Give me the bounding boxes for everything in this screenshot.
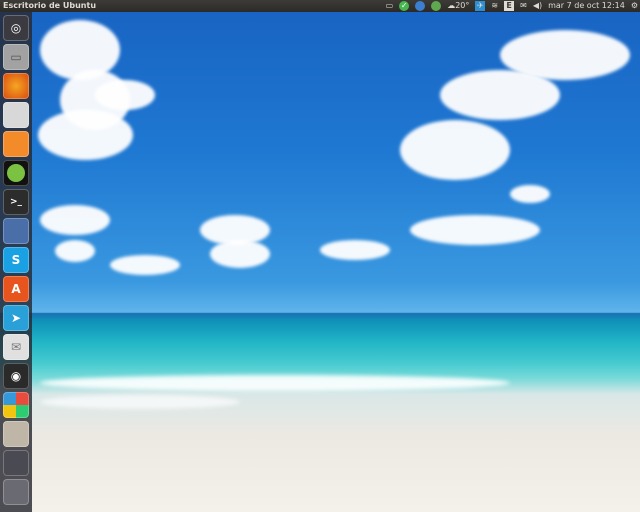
display-icon[interactable]: ▭ bbox=[386, 1, 394, 11]
steam-icon[interactable]: ◉ bbox=[3, 363, 29, 389]
keyboard-icon[interactable]: E bbox=[504, 1, 515, 11]
terminal-glyph: >_ bbox=[9, 197, 23, 207]
wifi-icon[interactable]: ≋ bbox=[491, 1, 498, 11]
terminal-icon[interactable]: >_ bbox=[3, 189, 29, 215]
weather-cloud-icon: ☁ bbox=[447, 1, 456, 10]
launcher: ◎ ▭ >_ S A ➤ ✉ ◉ bbox=[0, 12, 32, 512]
trash-icon[interactable] bbox=[3, 479, 29, 505]
firefox-icon[interactable] bbox=[3, 73, 29, 99]
spotify-icon[interactable] bbox=[3, 160, 29, 186]
gear-icon[interactable]: ⚙ bbox=[631, 1, 638, 11]
globe-icon[interactable] bbox=[415, 1, 426, 11]
volume-icon[interactable]: ◀) bbox=[533, 1, 542, 11]
desktop-wallpaper bbox=[0, 0, 640, 512]
dash-home-icon[interactable]: ◎ bbox=[3, 15, 29, 41]
mail-icon[interactable]: ✉ bbox=[520, 1, 527, 11]
skype-icon[interactable]: S bbox=[3, 247, 29, 273]
desktop-title: Escritorio de Ubuntu bbox=[3, 1, 97, 10]
software-center-icon[interactable]: A bbox=[3, 276, 29, 302]
files-icon[interactable]: ▭ bbox=[3, 44, 29, 70]
software-center-glyph: A bbox=[11, 282, 21, 296]
sync-icon[interactable] bbox=[431, 1, 442, 11]
workspace-switcher-icon[interactable] bbox=[3, 450, 29, 476]
top-panel: Escritorio de Ubuntu ▭ ✓ ☁ 20° ✈ ≋ E ✉ ◀… bbox=[0, 0, 640, 12]
indicator-area: ▭ ✓ ☁ 20° ✈ ≋ E ✉ ◀) mar 7 de oct 12:14 … bbox=[386, 0, 638, 12]
windows-app-icon[interactable] bbox=[3, 392, 29, 418]
image-viewer-icon[interactable] bbox=[3, 102, 29, 128]
telegram-icon[interactable]: ➤ bbox=[3, 305, 29, 331]
orange-app-icon[interactable] bbox=[3, 131, 29, 157]
mixer-icon[interactable] bbox=[3, 421, 29, 447]
weather-temp: 20° bbox=[455, 1, 470, 10]
weather-icon[interactable]: ☁ 20° bbox=[447, 1, 469, 11]
app-indicator-icon[interactable]: ✈ bbox=[475, 1, 486, 11]
mail-client-icon[interactable]: ✉ bbox=[3, 334, 29, 360]
clock[interactable]: mar 7 de oct 12:14 bbox=[548, 1, 625, 11]
skype-glyph: S bbox=[11, 253, 21, 267]
screenshot-app-icon[interactable] bbox=[3, 218, 29, 244]
check-icon[interactable]: ✓ bbox=[399, 1, 410, 11]
